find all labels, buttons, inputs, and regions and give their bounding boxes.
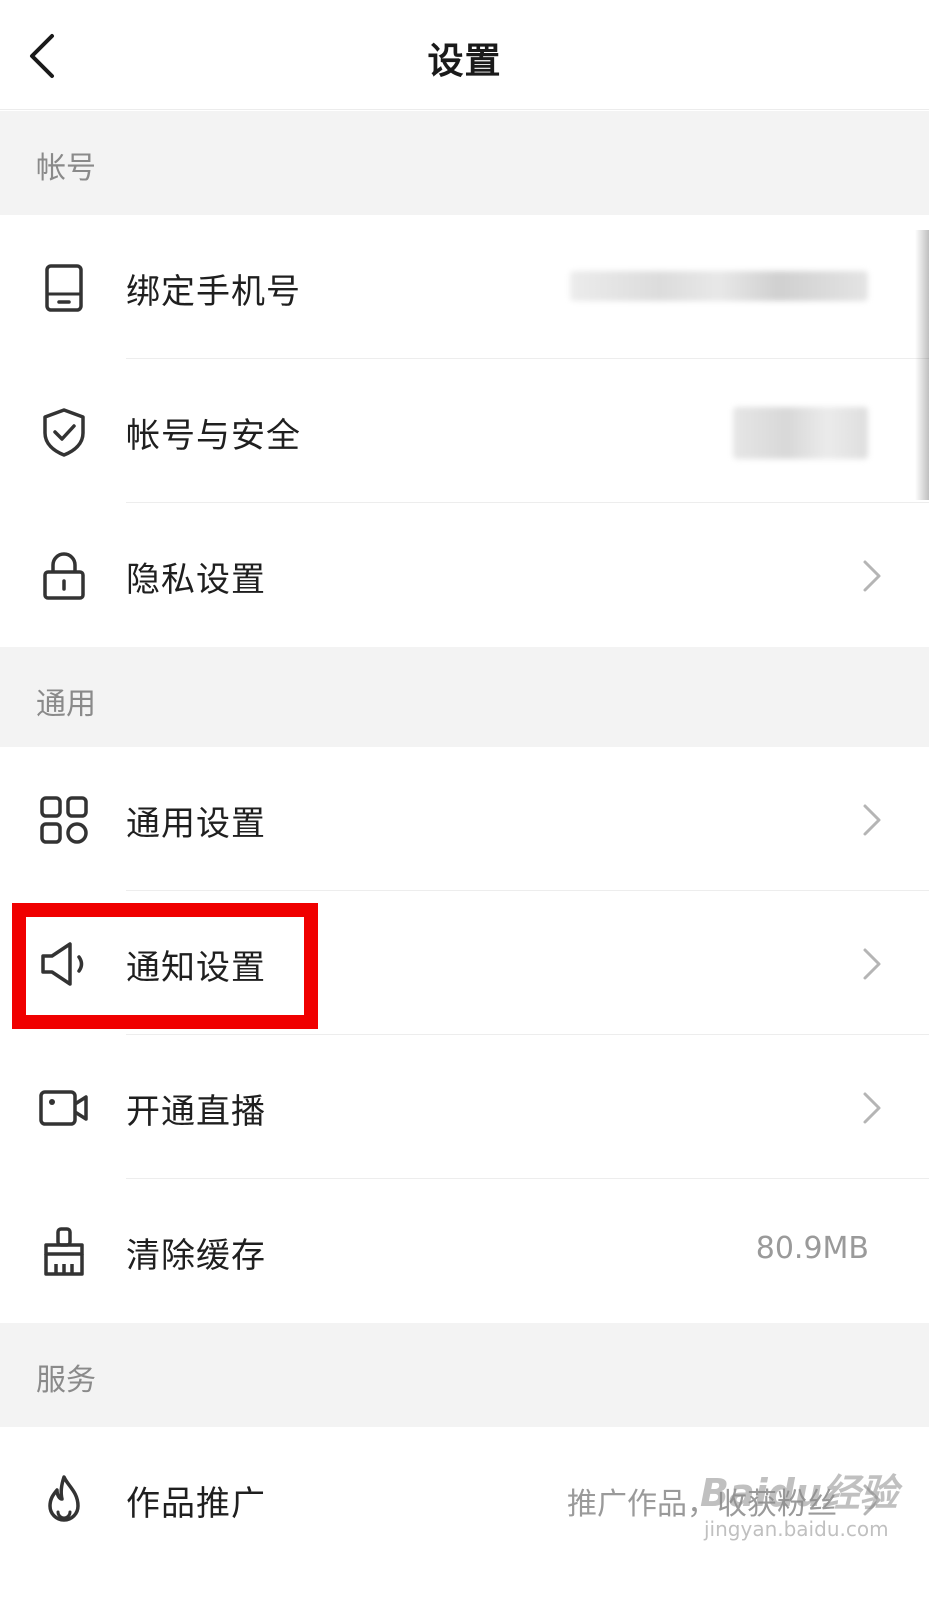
- section-header-general: 通用: [0, 647, 929, 751]
- chevron-right-icon: [863, 948, 881, 980]
- row-general-settings[interactable]: 通用设置: [0, 747, 929, 891]
- chevron-right-icon: [863, 1092, 881, 1124]
- watermark-main: Baidu经验: [700, 1471, 898, 1515]
- row-open-live[interactable]: 开通直播: [0, 1035, 929, 1179]
- chevron-right-icon: [863, 560, 881, 592]
- row-label: 通知设置: [126, 948, 266, 988]
- row-label: 帐号与安全: [126, 416, 301, 456]
- row-account-security[interactable]: 帐号与安全: [0, 359, 929, 503]
- section-header-label: 通用: [36, 687, 96, 722]
- section-header-services: 服务: [0, 1323, 929, 1427]
- shield-check-icon: [38, 406, 90, 458]
- chevron-right-icon: [863, 804, 881, 836]
- page-title: 设置: [427, 41, 502, 82]
- watermark: Baidu经验 jingyan.baidu.com: [700, 1462, 898, 1541]
- row-bind-phone[interactable]: 绑定手机号: [0, 215, 929, 359]
- section-header-label: 服务: [36, 1363, 96, 1398]
- row-label: 开通直播: [126, 1092, 266, 1132]
- row-notification-settings[interactable]: 通知设置: [0, 891, 929, 1035]
- row-clear-cache[interactable]: 清除缓存 80.9MB: [0, 1179, 929, 1323]
- watermark-sub: jingyan.baidu.com: [704, 1517, 889, 1541]
- masked-phone-value: [570, 271, 868, 301]
- video-camera-icon: [38, 1082, 90, 1134]
- section-header-label: 帐号: [36, 151, 96, 186]
- cache-size-value: 80.9MB: [755, 1231, 869, 1266]
- section-header-account: 帐号: [0, 111, 929, 215]
- row-privacy-settings[interactable]: 隐私设置: [0, 503, 929, 647]
- phone-icon: [38, 262, 90, 314]
- top-bar: 设置: [0, 0, 929, 110]
- flame-icon: [38, 1474, 90, 1526]
- grid-icon: [38, 794, 90, 846]
- scrollbar[interactable]: [915, 230, 929, 500]
- masked-account-value: [733, 407, 868, 459]
- row-label: 通用设置: [126, 804, 266, 844]
- speaker-icon: [38, 938, 90, 990]
- row-label: 隐私设置: [126, 560, 266, 600]
- row-label: 清除缓存: [126, 1236, 266, 1276]
- row-label: 作品推广: [126, 1484, 266, 1524]
- lock-icon: [38, 550, 90, 602]
- row-label: 绑定手机号: [126, 272, 301, 312]
- broom-icon: [38, 1226, 90, 1278]
